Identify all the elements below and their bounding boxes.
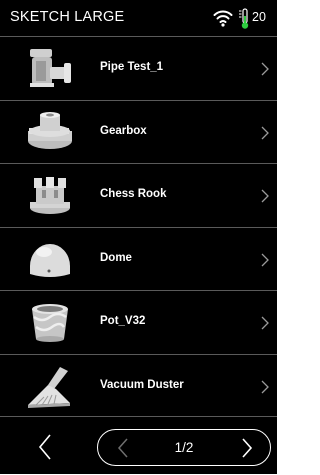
chevron-right-icon [261, 380, 269, 393]
rook-model-icon [30, 177, 70, 214]
chevron-right-icon [261, 126, 269, 139]
list-item-label: Vacuum Duster [100, 378, 184, 391]
chevron-right-icon [261, 189, 269, 203]
list-item-label: Pot_V32 [100, 315, 146, 327]
pot-model-icon [32, 304, 68, 342]
back-button[interactable] [36, 433, 54, 461]
wifi-icon [213, 10, 233, 27]
next-page-button[interactable] [240, 437, 254, 459]
list-item-label: Chess Rook [100, 188, 167, 200]
thermometer-icon [239, 8, 249, 29]
dome-model-icon [30, 243, 70, 277]
chevron-right-icon [261, 316, 269, 330]
list-item-pot-v32[interactable]: Pot_V32 [0, 290, 277, 354]
status-header: SKETCH LARGE 20 [0, 0, 277, 36]
list-item-chess-rook[interactable]: Chess Rook [0, 163, 277, 227]
page-title: SKETCH LARGE [10, 9, 125, 25]
list-item-vacuum-duster[interactable]: Vacuum Duster [0, 353, 277, 418]
list-item-label: Gearbox [100, 124, 147, 137]
pipe-model-icon [30, 49, 71, 87]
list-item-gearbox[interactable]: Gearbox [0, 99, 277, 164]
list-item-label: Pipe Test_1 [100, 61, 164, 73]
chevron-right-icon [261, 253, 269, 266]
chevron-right-icon [261, 62, 269, 76]
screen: SKETCH LARGE 20 Pipe Test_1 Gearbox Ches… [0, 0, 277, 474]
list-item-pipe-test[interactable]: Pipe Test_1 [0, 36, 277, 100]
temperature-value: 20 [252, 10, 266, 24]
model-list: Pipe Test_1 Gearbox Chess Rook Dome Pot_… [0, 36, 277, 417]
list-item-dome[interactable]: Dome [0, 226, 277, 291]
pagination-control: 1/2 [97, 429, 271, 466]
duster-model-icon [28, 366, 70, 408]
list-item-label: Dome [100, 251, 132, 264]
gear-model-icon [28, 111, 72, 149]
footer-nav: 1/2 [0, 416, 277, 475]
